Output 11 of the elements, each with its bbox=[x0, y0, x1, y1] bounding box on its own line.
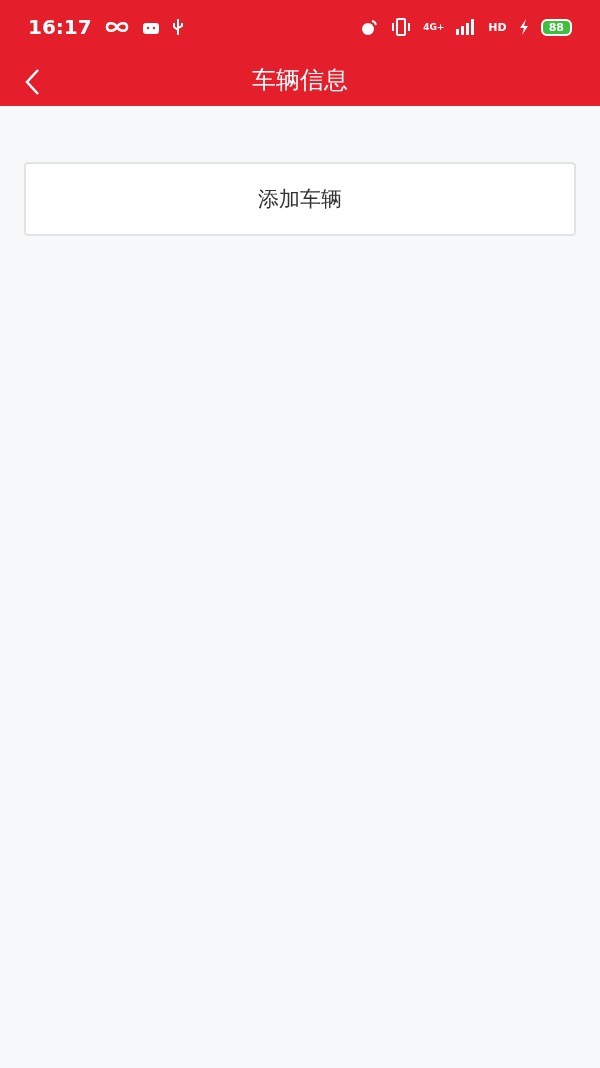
page-title: 车辆信息 bbox=[252, 65, 348, 96]
add-vehicle-button[interactable]: 添加车辆 bbox=[24, 162, 576, 236]
hd-call-label: HD bbox=[488, 20, 507, 34]
infinity-icon bbox=[103, 20, 130, 34]
network-type: 4G+ bbox=[423, 22, 445, 32]
charging-icon bbox=[518, 19, 529, 35]
vibrate-icon bbox=[391, 18, 412, 36]
battery-level: 88 bbox=[540, 18, 572, 36]
signal-icon bbox=[456, 19, 477, 35]
status-time: 16:17 bbox=[28, 15, 92, 39]
satellite-icon bbox=[361, 18, 380, 36]
